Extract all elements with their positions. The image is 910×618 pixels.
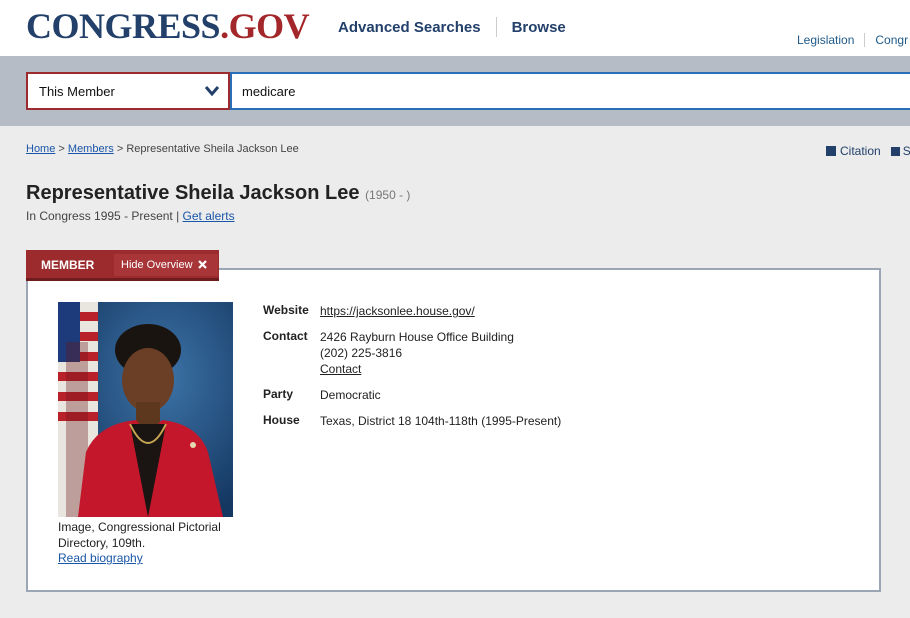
tab-member[interactable]: MEMBER <box>41 258 94 272</box>
logo-congress-text: CONGRESS <box>26 6 221 46</box>
member-portrait <box>58 302 233 517</box>
subnav-legislation[interactable]: Legislation <box>797 33 854 47</box>
tenure-text: In Congress 1995 - Present | <box>26 209 180 223</box>
detail-label: Party <box>263 387 294 401</box>
breadcrumb-separator: > <box>116 143 124 155</box>
logo-gov-text: GOV <box>228 6 310 46</box>
sub-navigation: Legislation Congr <box>797 33 908 47</box>
nav-advanced-searches[interactable]: Advanced Searches <box>338 19 481 36</box>
breadcrumb-current: Representative Sheila Jackson Lee <box>126 143 299 155</box>
hide-overview-label: Hide Overview <box>121 259 193 271</box>
search-band: This Member medicare <box>0 56 910 126</box>
citation-link[interactable]: Citation <box>840 144 881 158</box>
close-icon <box>197 260 207 269</box>
read-biography-link[interactable]: Read biography <box>58 551 143 565</box>
nav-divider <box>495 17 497 37</box>
citation-icon <box>826 146 836 156</box>
share-icon <box>890 146 900 156</box>
top-navigation: Advanced Searches Browse <box>338 17 566 37</box>
get-alerts-link[interactable]: Get alerts <box>183 209 235 223</box>
logo-dot: . <box>220 6 229 46</box>
house-value: Texas, District 18 104th-118th (1995-Pre… <box>320 414 562 428</box>
chevron-down-icon <box>204 86 220 97</box>
search-scope-select[interactable]: This Member <box>26 72 230 110</box>
member-tenure: In Congress 1995 - Present | Get alerts <box>26 209 235 223</box>
share-link[interactable]: S <box>903 144 910 158</box>
contact-phone: (202) 225-3816 <box>320 346 403 360</box>
detail-label: Website <box>263 303 309 317</box>
detail-label: Contact <box>263 329 308 343</box>
search-input[interactable]: medicare <box>230 72 910 110</box>
hide-overview-button[interactable]: Hide Overview <box>114 254 218 276</box>
search-scope-value: This Member <box>39 84 115 99</box>
website-link[interactable]: https://jacksonlee.house.gov/ <box>320 303 475 319</box>
contact-address: 2426 Rayburn House Office Building <box>320 330 514 344</box>
member-dates: (1950 - ) <box>365 188 411 202</box>
contact-link[interactable]: Contact <box>320 361 361 377</box>
member-tab: MEMBER Hide Overview <box>26 250 219 281</box>
subnav-congress[interactable]: Congr <box>875 33 908 47</box>
member-name: Representative Sheila Jackson Lee <box>26 182 360 204</box>
congress-gov-logo[interactable]: CONGRESS.GOV <box>26 6 310 46</box>
page-title: Representative Sheila Jackson Lee (1950 … <box>26 182 410 205</box>
detail-label: House <box>263 413 300 427</box>
breadcrumb-members-link[interactable]: Members <box>68 143 114 155</box>
nav-browse[interactable]: Browse <box>512 19 566 36</box>
site-header: CONGRESS.GOV Advanced Searches Browse Le… <box>0 0 910 56</box>
photo-caption: Image, Congressional Pictorial Directory… <box>58 520 221 550</box>
breadcrumb: Home > Members > Representative Sheila J… <box>26 143 299 155</box>
breadcrumb-home-link[interactable]: Home <box>26 143 55 155</box>
subnav-divider <box>864 33 866 47</box>
breadcrumb-separator: > <box>58 143 65 155</box>
party-value: Democratic <box>320 388 381 402</box>
search-input-value: medicare <box>242 84 296 99</box>
page-tools: Citation S <box>826 144 910 158</box>
